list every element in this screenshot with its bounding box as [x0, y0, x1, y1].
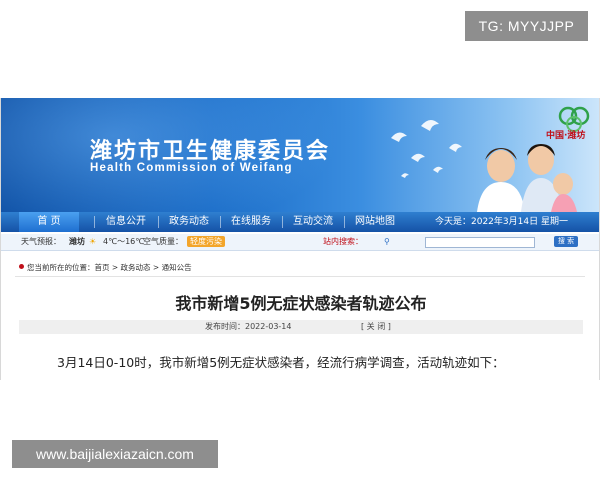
header-banner: 潍坊市卫生健康委员会 Health Commission of Weifang — [1, 98, 599, 212]
watermark-label: www.baijialexiazaicn.com — [12, 440, 218, 468]
close-button[interactable]: [ 关 闭 ] — [361, 320, 391, 334]
info-bar: 天气预报： 潍坊 ☀ 4℃～16℃ 空气质量： 轻度污染 站内搜索： ⚲ 搜 索 — [1, 234, 599, 251]
main-nav: 首 页 信息公开 政务动态 在线服务 互动交流 网站地图 今天是：2022年3月… — [1, 212, 599, 232]
nav-item-sitemap[interactable]: 网站地图 — [345, 212, 405, 232]
nav-item-info-public[interactable]: 信息公开 — [96, 212, 156, 232]
weather-city: 潍坊 — [69, 237, 85, 246]
nav-item-home[interactable]: 首 页 — [19, 212, 79, 232]
search-icon: ⚲ — [384, 237, 390, 246]
breadcrumb-text: 您当前所在的位置：首页 > 政务动态 > 通知公告 — [27, 263, 192, 272]
nav-item-interaction[interactable]: 互动交流 — [283, 212, 343, 232]
site-subtitle: Health Commission of Weifang — [90, 162, 293, 174]
nav-item-online-service[interactable]: 在线服务 — [221, 212, 281, 232]
website-screenshot: 潍坊市卫生健康委员会 Health Commission of Weifang — [0, 98, 600, 380]
weather-temp: 4℃～16℃ — [103, 237, 145, 246]
location-icon — [19, 264, 24, 269]
breadcrumb: 您当前所在的位置：首页 > 政务动态 > 通知公告 — [19, 262, 192, 273]
current-date: 今天是：2022年3月14日 星期一 — [435, 217, 568, 227]
weather-label: 天气预报： — [21, 237, 61, 246]
site-title: 潍坊市卫生健康委员会 — [90, 139, 331, 164]
article-first-paragraph: 3月14日0-10时，我市新增5例无症状感染者，经流行病学调查，活动轨迹如下： — [57, 355, 505, 370]
search-input[interactable] — [425, 237, 535, 248]
article-meta: 发布时间：2022-03-14 [ 关 闭 ] — [19, 320, 583, 334]
tg-label: TG: MYYJJPP — [465, 11, 588, 41]
article-title: 我市新增5例无症状感染者轨迹公布 — [175, 294, 427, 313]
search-button[interactable]: 搜 索 — [554, 236, 578, 247]
air-quality-label: 空气质量： — [143, 237, 183, 246]
nav-item-government-news[interactable]: 政务动态 — [159, 212, 219, 232]
publish-time: 发布时间：2022-03-14 — [205, 322, 292, 331]
logo-caption: 中国·潍坊 — [546, 131, 586, 141]
search-label: 站内搜索： — [323, 237, 363, 246]
sun-icon: ☀ — [89, 237, 97, 246]
air-quality-badge: 轻度污染 — [187, 236, 225, 247]
